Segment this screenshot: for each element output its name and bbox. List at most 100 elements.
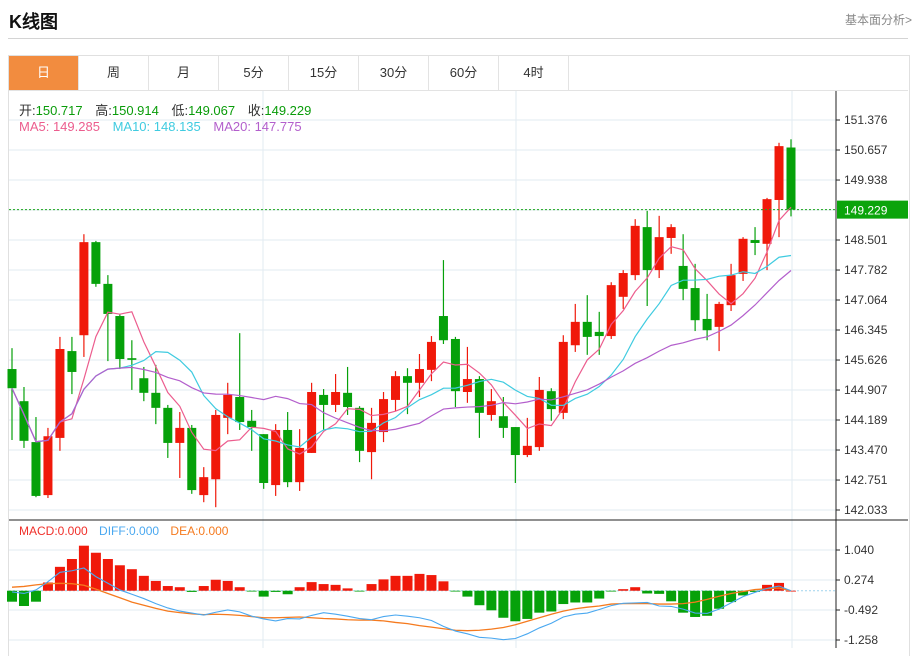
y-tick-label: 147.064 xyxy=(844,293,888,307)
y-tick-label: 151.376 xyxy=(844,113,888,127)
candle-down xyxy=(67,351,77,372)
current-price-label: 149.229 xyxy=(844,204,888,218)
candle-down xyxy=(103,283,113,314)
macd-bar xyxy=(498,590,509,618)
ma5-line xyxy=(11,206,792,455)
macd-bar xyxy=(654,590,665,594)
candle-down xyxy=(127,358,137,360)
macd-bar xyxy=(174,587,185,591)
macd-bar xyxy=(510,590,521,622)
candle-down xyxy=(283,429,293,483)
candle-down xyxy=(31,442,41,496)
macd-bar xyxy=(258,590,269,597)
candle-up xyxy=(331,391,341,405)
candle-down xyxy=(690,288,700,321)
candle-up xyxy=(55,348,65,438)
candle-up xyxy=(666,227,676,238)
macd-bar xyxy=(546,590,557,612)
candle-up xyxy=(43,436,53,496)
y-tick-label: 142.751 xyxy=(844,473,888,487)
low-value: 149.067 xyxy=(188,103,236,118)
low-label: 低: xyxy=(171,103,189,118)
macd-bar xyxy=(474,590,485,606)
macd-bar xyxy=(318,584,329,591)
y-tick-label: 150.657 xyxy=(844,143,888,157)
candle-down xyxy=(91,242,101,284)
macd-bar xyxy=(714,590,725,609)
candle-up xyxy=(79,242,89,336)
macd-bar xyxy=(342,588,353,591)
ma10-line xyxy=(11,254,792,448)
macd-bar xyxy=(666,590,677,602)
macd-bar xyxy=(354,590,365,592)
candle-up xyxy=(391,376,401,400)
candle-down xyxy=(235,397,245,423)
candle-up xyxy=(379,399,389,433)
candle-up xyxy=(630,225,640,276)
macd-bar xyxy=(582,590,593,603)
macd-bar xyxy=(330,584,341,591)
macd-y-tick-label: 1.040 xyxy=(844,543,874,557)
candle-up xyxy=(199,477,209,496)
candle-down xyxy=(139,378,149,393)
macd-bar xyxy=(186,590,197,592)
macd-bar xyxy=(486,590,497,611)
macd-bar xyxy=(222,580,233,591)
candle-down xyxy=(786,147,796,210)
macd-y-tick-label: -1.258 xyxy=(844,633,878,647)
candle-up xyxy=(606,285,616,337)
candle-up xyxy=(618,273,628,297)
macd-y-tick-label: 0.274 xyxy=(844,573,874,587)
macd-bar xyxy=(378,579,389,591)
candle-up xyxy=(271,429,281,486)
y-tick-label: 144.189 xyxy=(844,413,888,427)
macd-bar xyxy=(294,587,305,591)
close-label: 收: xyxy=(247,103,265,118)
macd-bar xyxy=(786,590,796,592)
macd-bar xyxy=(102,559,113,591)
y-tick-label: 142.033 xyxy=(844,503,888,517)
macd-bar xyxy=(366,584,377,591)
ma-legend: MA5: 149.285 MA10: 148.135 MA20: 147.775 xyxy=(19,119,311,134)
candle-down xyxy=(151,392,161,408)
candle-down xyxy=(247,420,257,428)
candle-down xyxy=(474,379,484,413)
close-value: 149.229 xyxy=(264,103,312,118)
high-label: 高: xyxy=(95,103,112,118)
macd-bar xyxy=(270,590,281,592)
candle-up xyxy=(570,321,580,346)
macd-bar xyxy=(618,589,629,591)
candle-down xyxy=(702,318,712,331)
candle-down xyxy=(582,321,592,337)
candle-up xyxy=(486,401,496,415)
macd-bar xyxy=(390,575,401,591)
candle-down xyxy=(678,265,688,289)
macd-bar xyxy=(114,565,125,591)
macd-bar xyxy=(126,569,137,591)
macd-bar xyxy=(282,590,293,595)
macd-legend: MACD:0.000 DIFF:0.000 DEA:0.000 xyxy=(19,524,236,538)
macd-y-tick-label: -0.492 xyxy=(844,603,878,617)
candle-up xyxy=(738,238,748,274)
macd-bar xyxy=(570,590,581,603)
macd-bar xyxy=(642,590,653,594)
candle-down xyxy=(750,240,760,243)
macd-bar xyxy=(522,590,533,619)
macd-bar xyxy=(630,587,641,591)
candle-down xyxy=(259,434,269,483)
candle-up xyxy=(175,427,185,443)
macd-bar xyxy=(138,575,149,591)
candle-down xyxy=(319,394,329,405)
kline-chart[interactable]: 151.376 150.657 149.938 148.501 147.782 147.0… xyxy=(0,0,916,648)
y-tick-label: 146.345 xyxy=(844,323,888,337)
candle-up xyxy=(774,146,784,200)
candle-up xyxy=(367,422,377,453)
candle-up xyxy=(654,237,664,271)
y-tick-label: 147.782 xyxy=(844,263,888,277)
y-tick-label: 148.501 xyxy=(844,233,888,247)
candle-down xyxy=(115,316,125,360)
candle-down xyxy=(438,316,448,341)
candle-down xyxy=(355,407,365,451)
macd-bar xyxy=(438,581,449,591)
open-value: 150.717 xyxy=(35,103,83,118)
